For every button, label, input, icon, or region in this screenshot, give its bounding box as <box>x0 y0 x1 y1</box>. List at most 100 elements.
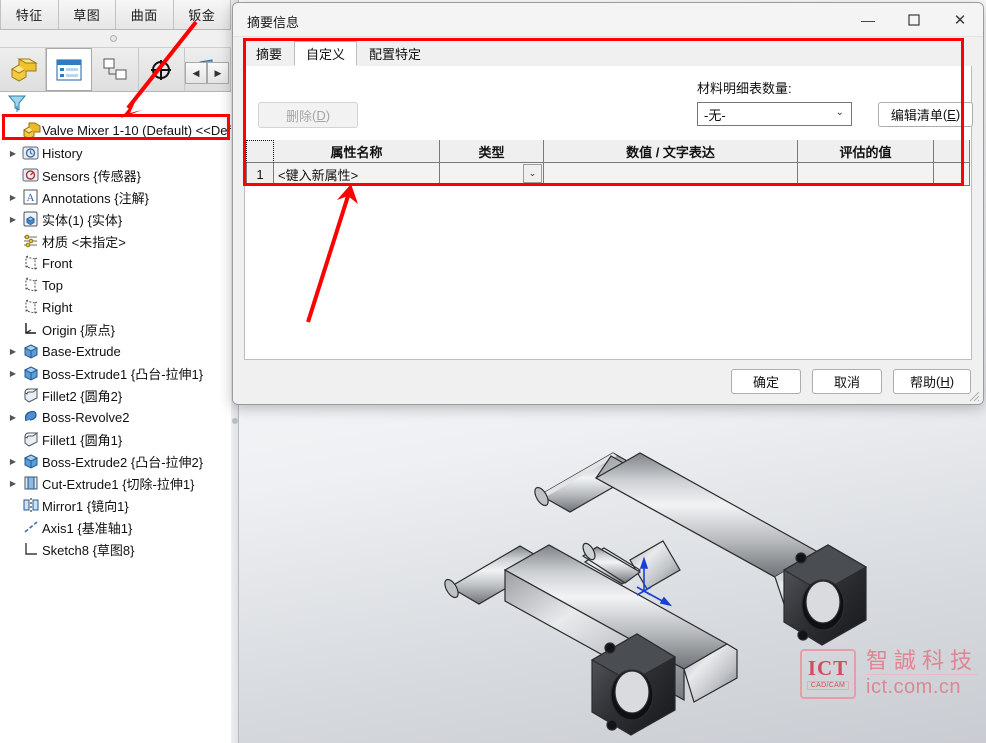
minimize-icon[interactable]: — <box>845 3 891 37</box>
feature-tree[interactable]: Valve Mixer 1-10 (Default) <<Defa ▶ Hist… <box>0 116 231 743</box>
tree-item-boss-extrude1[interactable]: ▶ Boss-Extrude1 {凸台-拉伸1} <box>0 362 231 384</box>
edit-list-button-accelerator: E <box>947 107 956 122</box>
grid-header-evaluated-value[interactable]: 评估的值 <box>798 140 934 163</box>
tree-item-material[interactable]: 材质 <未指定> <box>0 230 231 252</box>
tree-item-label: History <box>42 145 83 161</box>
chevron-down-icon[interactable]: ⌄ <box>523 164 542 183</box>
tree-item-fillet2[interactable]: Fillet2 {圆角2} <box>0 384 231 406</box>
grid-header-value-text[interactable]: 数值 / 文字表达 <box>544 140 798 163</box>
tree-item-boss-revolve2[interactable]: ▶ Boss-Revolve2 <box>0 406 231 428</box>
custom-properties-grid[interactable]: 属性名称 类型 数值 / 文字表达 评估的值 1 <键入新属性> ⌄ <box>246 140 970 187</box>
tree-item-top-plane[interactable]: Top <box>0 274 231 296</box>
sketch-icon <box>20 541 42 557</box>
ribbon-tab-sheetmetal[interactable]: 钣金 <box>173 0 231 29</box>
bom-quantity-select[interactable]: -无- ⌄ <box>697 102 852 126</box>
tree-item-axis1[interactable]: Axis1 {基准轴1} <box>0 516 231 538</box>
plane-icon <box>20 299 42 315</box>
sensors-icon <box>20 167 42 183</box>
tree-item-base-extrude[interactable]: ▶ Base-Extrude <box>0 340 231 362</box>
ok-button[interactable]: 确定 <box>731 369 801 394</box>
tree-item-cut-extrude1[interactable]: ▶ Cut-Extrude1 {切除-拉伸1} <box>0 472 231 494</box>
close-glyph: ✕ <box>953 12 967 29</box>
tree-item-label: Fillet1 {圆角1} <box>42 432 123 448</box>
tree-item-root[interactable]: Valve Mixer 1-10 (Default) <<Defa <box>0 118 231 142</box>
tree-item-sensors[interactable]: Sensors {传感器} <box>0 164 231 186</box>
help-button-accelerator: H <box>940 374 950 389</box>
property-manager-icon[interactable] <box>46 48 93 91</box>
close-icon[interactable]: ✕ <box>937 3 983 37</box>
grid-header-property-name[interactable]: 属性名称 <box>274 140 440 163</box>
cancel-button[interactable]: 取消 <box>812 369 882 394</box>
svg-text:A: A <box>27 192 35 204</box>
axis-icon <box>20 519 42 535</box>
configuration-manager-icon[interactable] <box>92 48 139 91</box>
grid-header-type[interactable]: 类型 <box>440 140 544 163</box>
feature-manager-panel: 特征 草图 曲面 钣金 ◀ ▶ Valve Mixer 1-10 (Defaul… <box>0 0 232 743</box>
dialog-titlebar[interactable]: 摘要信息 — ✕ <box>233 3 983 37</box>
expand-arrow-icon[interactable]: ▶ <box>6 347 20 356</box>
help-button[interactable]: 帮助(H) <box>893 369 971 394</box>
ribbon-tab-label: 钣金 <box>188 8 216 23</box>
grid-cell-value-text[interactable] <box>544 163 798 186</box>
tree-item-mirror1[interactable]: Mirror1 {镜向1} <box>0 494 231 516</box>
expand-arrow-icon[interactable]: ▶ <box>6 479 20 488</box>
edit-list-button[interactable]: 编辑清单(E) <box>878 102 973 127</box>
tree-item-right-plane[interactable]: Right <box>0 296 231 318</box>
tab-label: 自定义 <box>306 47 346 62</box>
grid-cell-evaluated-value[interactable] <box>798 163 934 186</box>
tree-item-sketch8[interactable]: Sketch8 {草图8} <box>0 538 231 560</box>
expand-arrow-icon[interactable]: ▶ <box>6 215 20 224</box>
ribbon-tab-sketch[interactable]: 草图 <box>58 0 116 29</box>
tree-item-annotations[interactable]: ▶ A Annotations {注解} <box>0 186 231 208</box>
grid-header-corner[interactable] <box>246 140 274 163</box>
delete-button[interactable]: 删除(D) <box>258 102 358 128</box>
mirror-icon <box>20 497 42 513</box>
cancel-button-label: 取消 <box>833 375 860 390</box>
featuremanager-tree-icon[interactable] <box>0 48 47 91</box>
bom-quantity-label: 材料明细表数量: <box>697 81 792 96</box>
tab-custom[interactable]: 自定义 <box>294 41 358 66</box>
resize-grip-icon[interactable] <box>966 388 980 402</box>
window-buttons: — ✕ <box>845 3 983 37</box>
toolbar-scroll-right-button[interactable]: ▶ <box>207 62 229 84</box>
ribbon-collapse-strip[interactable] <box>0 30 231 48</box>
grid-cell-type[interactable]: ⌄ <box>440 163 544 186</box>
tree-item-origin[interactable]: Origin {原点} <box>0 318 231 340</box>
tab-label: 配置特定 <box>369 47 422 62</box>
grid-cell-property-name[interactable]: <键入新属性> <box>274 163 440 186</box>
tree-item-solid-bodies[interactable]: ▶ 实体(1) {实体} <box>0 208 231 230</box>
expand-arrow-icon[interactable]: ▶ <box>6 149 20 158</box>
ribbon-tab-features[interactable]: 特征 <box>0 0 59 29</box>
tab-summary[interactable]: 摘要 <box>244 41 295 66</box>
dimxpert-manager-icon[interactable] <box>139 48 185 91</box>
expand-arrow-icon[interactable]: ▶ <box>6 369 20 378</box>
toolbar-scroll-left-button[interactable]: ◀ <box>185 62 207 84</box>
tree-item-boss-extrude2[interactable]: ▶ Boss-Extrude2 {凸台-拉伸2} <box>0 450 231 472</box>
maximize-icon[interactable] <box>891 3 937 37</box>
bom-quantity-value: -无- <box>704 107 726 123</box>
watermark-url: ict.com.cn <box>866 674 979 699</box>
tree-item-label: Boss-Revolve2 <box>42 409 130 425</box>
ribbon-tab-label: 特征 <box>15 8 43 23</box>
ribbon-pin-icon[interactable] <box>110 35 117 42</box>
tree-item-label: Cut-Extrude1 {切除-拉伸1} <box>42 476 195 492</box>
feature-manager-toolbar: ◀ ▶ <box>0 48 232 92</box>
filter-funnel-icon[interactable] <box>6 92 28 114</box>
chevron-down-icon[interactable]: ⌄ <box>836 107 844 118</box>
tree-item-label: 实体(1) {实体} <box>42 212 123 228</box>
expand-arrow-icon[interactable]: ▶ <box>6 413 20 422</box>
tree-item-history[interactable]: ▶ History <box>0 142 231 164</box>
tab-configuration-specific[interactable]: 配置特定 <box>357 41 434 66</box>
table-row[interactable]: 1 <键入新属性> ⌄ <box>246 163 970 186</box>
fillet-icon <box>20 387 42 403</box>
expand-arrow-icon[interactable]: ▶ <box>6 193 20 202</box>
solid-bodies-icon <box>20 211 42 227</box>
ribbon-tab-bar: 特征 草图 曲面 钣金 <box>0 0 231 30</box>
tree-item-fillet1[interactable]: Fillet1 {圆角1} <box>0 428 231 450</box>
tree-item-label: Valve Mixer 1-10 (Default) <<Defa <box>42 122 231 138</box>
tree-filter-row[interactable] <box>0 92 231 116</box>
tree-item-front-plane[interactable]: Front <box>0 252 231 274</box>
dialog-title: 摘要信息 <box>247 15 300 30</box>
expand-arrow-icon[interactable]: ▶ <box>6 457 20 466</box>
ribbon-tab-surfaces[interactable]: 曲面 <box>116 0 174 29</box>
